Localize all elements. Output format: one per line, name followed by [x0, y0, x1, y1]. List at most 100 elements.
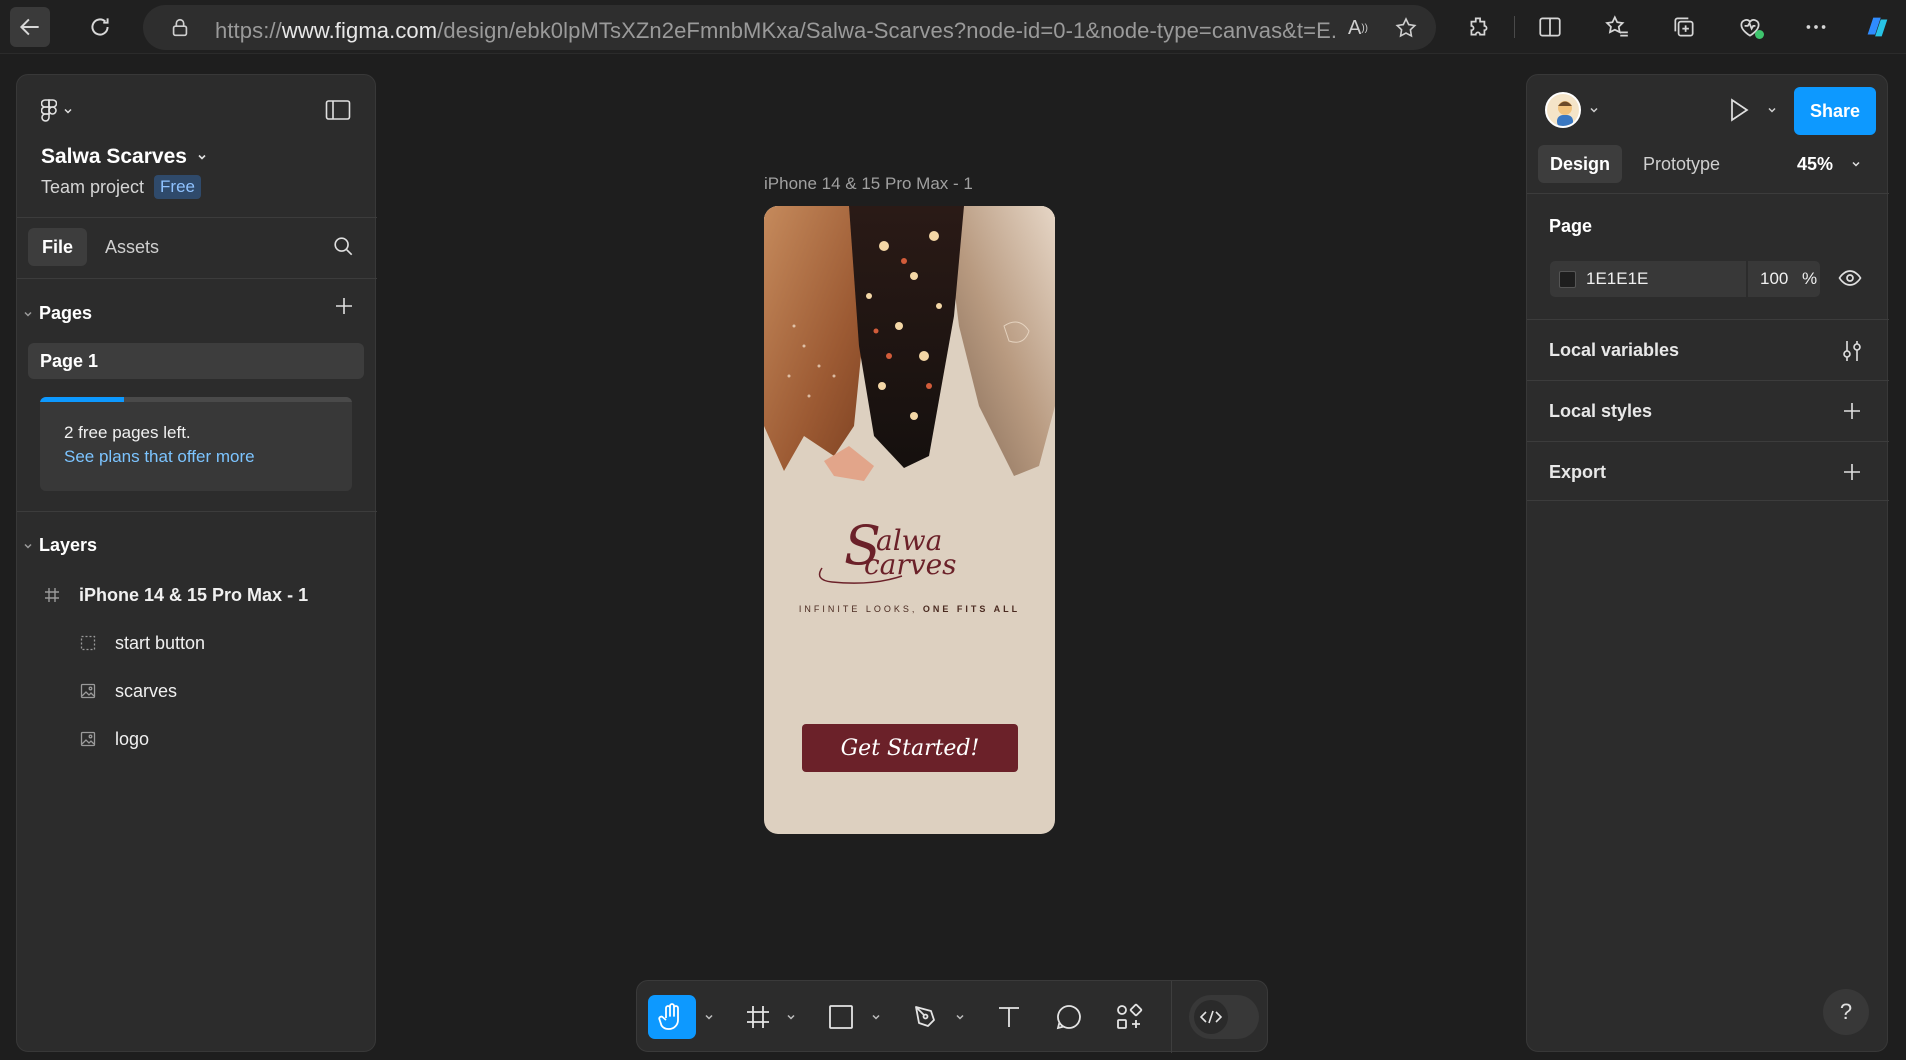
avatar[interactable]: [1545, 92, 1581, 128]
free-pages-left-text: 2 free pages left.: [64, 423, 191, 442]
variables-settings-button[interactable]: [1841, 339, 1863, 363]
favorite-star-icon[interactable]: [1393, 15, 1419, 41]
visibility-toggle[interactable]: [1838, 268, 1862, 288]
layer-item-logo[interactable]: logo: [17, 717, 377, 761]
comment-tool[interactable]: [1051, 995, 1087, 1039]
layer-item-scarves[interactable]: scarves: [17, 669, 377, 713]
sidebar-toggle-button[interactable]: [325, 99, 351, 121]
chevron-down-icon: [24, 311, 32, 317]
share-button[interactable]: Share: [1794, 87, 1876, 135]
text-tool[interactable]: [991, 995, 1027, 1039]
get-started-button[interactable]: Get Started!: [802, 724, 1018, 772]
frame-tool[interactable]: [740, 995, 776, 1039]
page-color-field[interactable]: 1E1E1E 100 %: [1550, 261, 1820, 297]
see-plans-link[interactable]: See plans that offer more: [64, 447, 255, 467]
back-button[interactable]: [10, 7, 50, 47]
tab-prototype[interactable]: Prototype: [1643, 145, 1720, 183]
image-icon: [79, 730, 97, 748]
layer-item-frame[interactable]: iPhone 14 & 15 Pro Max - 1: [17, 573, 377, 617]
copilot-icon[interactable]: [1862, 12, 1892, 42]
divider: [17, 278, 377, 279]
chevron-down-icon[interactable]: [955, 1012, 965, 1022]
file-subtitle: Team project Free: [41, 175, 202, 199]
free-pages-progress-fill: [40, 397, 125, 402]
scarves-image[interactable]: [764, 206, 1055, 496]
tab-file[interactable]: File: [28, 228, 88, 266]
reload-icon: [91, 18, 109, 36]
local-styles-row[interactable]: Local styles: [1527, 380, 1889, 440]
browser-essentials-icon[interactable]: [1735, 12, 1765, 42]
tab-assets[interactable]: Assets: [105, 228, 159, 266]
help-icon: ?: [1839, 999, 1853, 1024]
right-panel: Share Design Prototype 45% Page 1E1E1E 1…: [1526, 74, 1889, 1052]
export-row[interactable]: Export: [1527, 441, 1889, 501]
toolbar-divider: [1171, 981, 1172, 1053]
layer-label: scarves: [115, 680, 178, 701]
page-item[interactable]: Page 1: [28, 343, 364, 379]
layer-item-start-button[interactable]: start button: [17, 621, 377, 665]
layer-label: start button: [115, 632, 206, 653]
url-text[interactable]: https://www.figma.com/design/ebk0lpMTsXZ…: [215, 18, 1335, 44]
search-button[interactable]: [332, 235, 354, 257]
toolbar-divider: [1514, 16, 1515, 38]
lock-icon[interactable]: [167, 15, 193, 41]
pages-section-toggle[interactable]: Pages: [23, 303, 92, 324]
plan-badge[interactable]: Free: [154, 175, 202, 199]
iphone-frame[interactable]: S alwa carves INFINITE LOOKS, ONE FITS A…: [764, 206, 1055, 834]
layers-header: Layers: [39, 535, 98, 555]
opacity-unit: %: [1802, 269, 1818, 288]
add-page-button[interactable]: [333, 295, 355, 317]
free-pages-progress-track: [40, 397, 352, 402]
favorites-icon[interactable]: [1602, 12, 1632, 42]
collections-icon[interactable]: [1669, 12, 1699, 42]
add-export-button[interactable]: [1841, 461, 1863, 483]
chevron-down-icon[interactable]: [1589, 105, 1599, 115]
local-variables-label: Local variables: [1549, 340, 1680, 360]
zoom-value: 45%: [1797, 153, 1834, 174]
chevron-down-icon[interactable]: [786, 1012, 796, 1022]
frame-label[interactable]: iPhone 14 & 15 Pro Max - 1: [764, 174, 973, 194]
pen-icon: [915, 1006, 935, 1027]
address-bar[interactable]: https://www.figma.com/design/ebk0lpMTsXZ…: [143, 5, 1436, 50]
rectangle-tool[interactable]: [823, 995, 859, 1039]
pen-tool[interactable]: [908, 995, 944, 1039]
local-variables-row[interactable]: Local variables: [1527, 319, 1889, 379]
figma-logo-icon: [41, 99, 57, 122]
code-icon: [1194, 1000, 1228, 1034]
add-style-button[interactable]: [1841, 400, 1863, 422]
page-color-hex[interactable]: 1E1E1E: [1586, 269, 1648, 289]
help-button[interactable]: ?: [1823, 989, 1869, 1035]
dev-mode-toggle[interactable]: [1189, 995, 1259, 1039]
chevron-down-icon[interactable]: [704, 1012, 714, 1022]
file-title: Salwa Scarves: [41, 145, 187, 168]
extensions-icon[interactable]: [1464, 12, 1494, 42]
components-tool[interactable]: [1111, 995, 1147, 1039]
color-swatch[interactable]: [1559, 271, 1576, 288]
layers-section-toggle[interactable]: Layers: [23, 535, 97, 556]
main-menu-button[interactable]: [41, 99, 73, 123]
pages-header: Pages: [39, 303, 93, 323]
bottom-toolbar: [636, 980, 1268, 1053]
dashed-frame-icon: [79, 634, 97, 652]
hand-tool[interactable]: [648, 995, 696, 1039]
chevron-down-icon[interactable]: [871, 1012, 881, 1022]
upgrade-banner: 2 free pages left. See plans that offer …: [40, 397, 352, 491]
zoom-dropdown[interactable]: 45%: [1797, 145, 1861, 183]
page-opacity-value[interactable]: 100: [1760, 269, 1788, 289]
team-name[interactable]: Team project: [41, 177, 144, 198]
present-button[interactable]: [1727, 97, 1751, 123]
tagline: INFINITE LOOKS, ONE FITS ALL: [798, 604, 1021, 614]
reload-button[interactable]: [80, 7, 120, 47]
browser-toolbar: https://www.figma.com/design/ebk0lpMTsXZ…: [0, 0, 1906, 54]
layer-label: iPhone 14 & 15 Pro Max - 1: [79, 584, 309, 605]
logo-image[interactable]: S alwa carves: [764, 516, 1055, 596]
more-options-icon[interactable]: [1801, 12, 1831, 42]
chevron-down-icon[interactable]: [1767, 105, 1777, 115]
read-aloud-icon[interactable]: A)): [1345, 15, 1371, 41]
split-screen-icon[interactable]: [1535, 12, 1565, 42]
file-name-button[interactable]: Salwa Scarves: [41, 145, 207, 169]
local-styles-label: Local styles: [1549, 401, 1653, 421]
comment-icon: [1056, 1005, 1081, 1030]
logo-word-scarves: carves: [864, 548, 957, 581]
tab-design[interactable]: Design: [1538, 145, 1623, 183]
